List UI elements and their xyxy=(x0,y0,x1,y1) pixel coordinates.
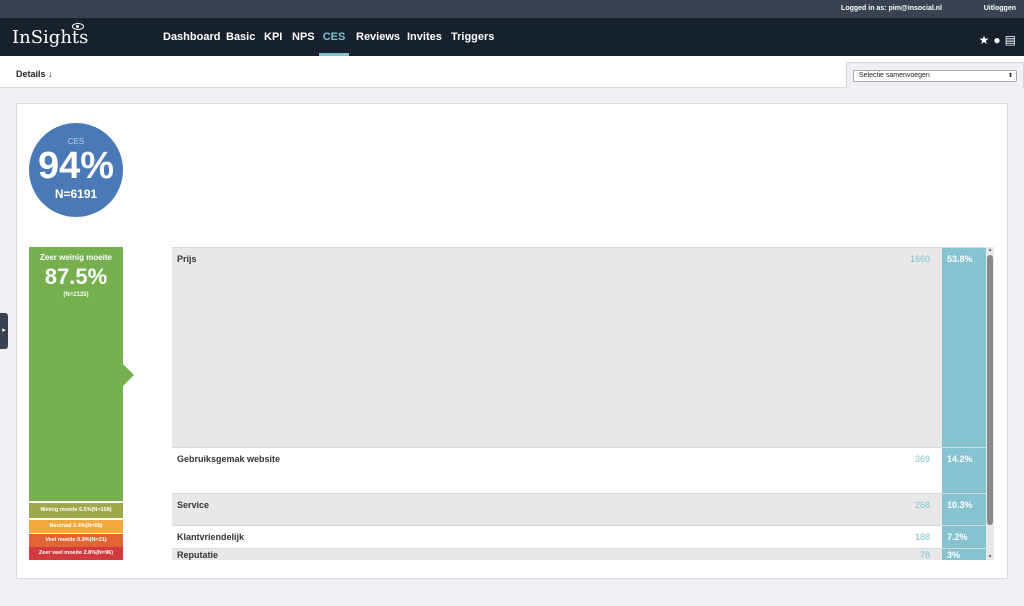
bar-little-effort[interactable]: Weinig moeite 6.5%(N=158) xyxy=(29,503,123,518)
nav-reviews[interactable]: Reviews xyxy=(356,18,400,56)
score-count: N=6191 xyxy=(54,187,98,201)
nav-kpi[interactable]: KPI xyxy=(264,18,282,56)
scroll-up-icon[interactable]: ▲ xyxy=(986,247,994,253)
merge-selection-select[interactable]: Selectie samenvoegen ⬍ xyxy=(853,70,1017,82)
score-value: 94% xyxy=(37,145,115,187)
print-icon[interactable]: ▤ xyxy=(1005,33,1016,47)
topic-count: 369 xyxy=(914,454,930,464)
topic-name: Gebruiksgemak website xyxy=(177,454,281,464)
top-bar: Logged in as: pim@insocial.nl Uitloggen xyxy=(0,0,1024,18)
topic-percentage: 10.3% xyxy=(942,494,986,525)
table-scrollbar[interactable]: ▲ ▼ xyxy=(986,247,994,560)
nav-icon-group: ★ ● ▤ xyxy=(975,33,1016,47)
table-row[interactable]: Gebruiksgemak website 369 14.2% xyxy=(172,447,986,493)
table-row[interactable]: Prijs 1660 53.8% xyxy=(172,247,986,447)
table-row[interactable]: Service 268 10.3% xyxy=(172,493,986,525)
bar-very-little-effort[interactable]: Zeer weinig moeite 87.5% (N=2135) xyxy=(29,247,123,501)
nav-dashboard[interactable]: Dashboard xyxy=(163,18,220,56)
table-row[interactable]: Reputatie 78 3% xyxy=(172,548,986,560)
sub-toolbar: Details ↓ Selectie samenvoegen ⬍ xyxy=(0,56,1024,88)
logged-in-text: Logged in as: pim@insocial.nl xyxy=(841,5,942,12)
side-panel-toggle[interactable]: ▸ xyxy=(0,313,8,349)
nav-basic[interactable]: Basic xyxy=(226,18,255,56)
topic-count: 78 xyxy=(919,550,930,560)
chat-icon[interactable]: ● xyxy=(993,33,1000,47)
bar-very-much-effort[interactable]: Zeer veel moeite 2.8%(N=96) xyxy=(29,547,123,560)
topic-percentage: 53.8% xyxy=(942,248,986,447)
star-icon[interactable]: ★ xyxy=(979,33,990,47)
topics-table: Prijs 1660 53.8% Gebruiksgemak website 3… xyxy=(172,247,994,560)
bar-much-effort[interactable]: Veel moeite 0.9%(N=21) xyxy=(29,534,123,547)
topic-name: Klantvriendelijk xyxy=(177,532,245,542)
bar-percentage: 87.5% xyxy=(44,264,108,289)
nav-invites[interactable]: Invites xyxy=(407,18,442,56)
ces-score-circle: CES 94% N=6191 xyxy=(29,123,123,217)
table-row[interactable]: Klantvriendelijk 188 7.2% xyxy=(172,525,986,548)
main-navbar: InSights Dashboard Basic KPI NPS CES Rev… xyxy=(0,18,1024,56)
chevron-right-icon: ▸ xyxy=(2,327,6,334)
topic-name: Reputatie xyxy=(177,550,219,560)
select-container: Selectie samenvoegen ⬍ xyxy=(846,62,1024,88)
logo[interactable]: InSights xyxy=(12,27,88,48)
selected-pointer xyxy=(123,364,134,386)
topic-percentage: 3% xyxy=(942,549,986,560)
topic-count: 1660 xyxy=(909,254,930,264)
nav-ces[interactable]: CES xyxy=(319,18,349,56)
topic-name: Service xyxy=(177,500,210,510)
details-toggle[interactable]: Details ↓ xyxy=(16,69,53,79)
nav-nps[interactable]: NPS xyxy=(292,18,315,56)
bar-neutral[interactable]: Neutraal 2.4%(N=58) xyxy=(29,520,123,533)
logout-link[interactable]: Uitloggen xyxy=(984,5,1016,12)
scroll-down-icon[interactable]: ▼ xyxy=(986,554,994,560)
nav-triggers[interactable]: Triggers xyxy=(451,18,494,56)
scrollbar-thumb[interactable] xyxy=(987,255,993,525)
topic-count: 188 xyxy=(914,532,930,542)
topic-percentage: 14.2% xyxy=(942,448,986,493)
select-arrow-icon: ⬍ xyxy=(1007,73,1013,79)
eye-icon xyxy=(72,23,84,30)
select-value: Selectie samenvoegen xyxy=(859,72,930,79)
bar-count: (N=2135) xyxy=(63,292,89,298)
topic-count: 268 xyxy=(914,500,930,510)
bar-label: Zeer weinig moeite xyxy=(39,253,113,262)
topic-name: Prijs xyxy=(177,254,197,264)
topic-percentage: 7.2% xyxy=(942,526,986,548)
